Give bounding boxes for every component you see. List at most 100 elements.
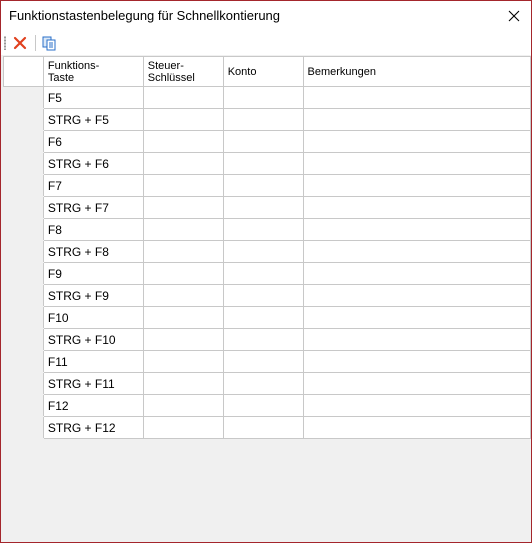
cell-konto[interactable] — [222, 394, 304, 417]
copy-button[interactable] — [38, 33, 60, 53]
table-row[interactable]: F12 — [3, 394, 531, 417]
table-row[interactable]: STRG + F7 — [3, 196, 531, 219]
cell-konto[interactable] — [222, 372, 304, 395]
cell-funktionstaste[interactable]: STRG + F9 — [42, 284, 144, 307]
cell-bemerkungen[interactable] — [302, 416, 531, 439]
row-header-cell[interactable] — [3, 152, 44, 175]
cell-bemerkungen[interactable] — [302, 262, 531, 285]
row-header-cell[interactable] — [3, 350, 44, 373]
cell-steuerschluessel[interactable] — [142, 372, 224, 395]
cell-funktionstaste[interactable]: F7 — [42, 174, 144, 197]
cell-konto[interactable] — [222, 416, 304, 439]
column-header-bemerkungen[interactable]: Bemerkungen — [302, 56, 531, 87]
cell-bemerkungen[interactable] — [302, 306, 531, 329]
row-header-cell[interactable] — [3, 174, 44, 197]
table-row[interactable]: STRG + F10 — [3, 328, 531, 351]
cell-konto[interactable] — [222, 306, 304, 329]
row-header-cell[interactable] — [3, 262, 44, 285]
cell-bemerkungen[interactable] — [302, 240, 531, 263]
cell-konto[interactable] — [222, 108, 304, 131]
cell-bemerkungen[interactable] — [302, 394, 531, 417]
cell-funktionstaste[interactable]: STRG + F10 — [42, 328, 144, 351]
cell-konto[interactable] — [222, 240, 304, 263]
cell-steuerschluessel[interactable] — [142, 394, 224, 417]
column-header-steuerschluessel[interactable]: Steuer- Schlüssel — [142, 56, 224, 87]
table-row[interactable]: F9 — [3, 262, 531, 285]
toolbar-grip[interactable] — [4, 36, 6, 50]
cell-funktionstaste[interactable]: STRG + F11 — [42, 372, 144, 395]
table-row[interactable]: F5 — [3, 86, 531, 109]
cell-konto[interactable] — [222, 350, 304, 373]
cell-funktionstaste[interactable]: F12 — [42, 394, 144, 417]
row-header-cell[interactable] — [3, 218, 44, 241]
cell-konto[interactable] — [222, 218, 304, 241]
row-header-cell[interactable] — [3, 284, 44, 307]
cell-steuerschluessel[interactable] — [142, 328, 224, 351]
table-row[interactable]: F8 — [3, 218, 531, 241]
table-row[interactable]: STRG + F12 — [3, 416, 531, 439]
row-header-cell[interactable] — [3, 108, 44, 131]
cell-konto[interactable] — [222, 174, 304, 197]
cell-konto[interactable] — [222, 86, 304, 109]
cell-steuerschluessel[interactable] — [142, 416, 224, 439]
row-header-cell[interactable] — [3, 240, 44, 263]
cell-steuerschluessel[interactable] — [142, 86, 224, 109]
row-header-cell[interactable] — [3, 372, 44, 395]
cell-bemerkungen[interactable] — [302, 350, 531, 373]
table-row[interactable]: F10 — [3, 306, 531, 329]
table-row[interactable]: STRG + F11 — [3, 372, 531, 395]
cell-steuerschluessel[interactable] — [142, 306, 224, 329]
cell-bemerkungen[interactable] — [302, 108, 531, 131]
cell-funktionstaste[interactable]: F10 — [42, 306, 144, 329]
cell-bemerkungen[interactable] — [302, 174, 531, 197]
table-row[interactable]: STRG + F5 — [3, 108, 531, 131]
cell-funktionstaste[interactable]: F5 — [42, 86, 144, 109]
cell-konto[interactable] — [222, 196, 304, 219]
cell-funktionstaste[interactable]: F8 — [42, 218, 144, 241]
cell-steuerschluessel[interactable] — [142, 152, 224, 175]
table-row[interactable]: STRG + F9 — [3, 284, 531, 307]
row-header-cell[interactable] — [3, 130, 44, 153]
cell-konto[interactable] — [222, 130, 304, 153]
cell-funktionstaste[interactable]: STRG + F12 — [42, 416, 144, 439]
cell-steuerschluessel[interactable] — [142, 284, 224, 307]
cell-bemerkungen[interactable] — [302, 130, 531, 153]
column-header-funktionstaste[interactable]: Funktions- Taste — [42, 56, 144, 87]
close-button[interactable] — [497, 1, 531, 31]
cell-funktionstaste[interactable]: STRG + F6 — [42, 152, 144, 175]
table-row[interactable]: F6 — [3, 130, 531, 153]
cell-bemerkungen[interactable] — [302, 196, 531, 219]
cell-bemerkungen[interactable] — [302, 284, 531, 307]
cell-konto[interactable] — [222, 328, 304, 351]
cell-steuerschluessel[interactable] — [142, 350, 224, 373]
row-header-cell[interactable] — [3, 306, 44, 329]
cell-steuerschluessel[interactable] — [142, 174, 224, 197]
delete-button[interactable] — [9, 33, 31, 53]
grid-corner-cell[interactable] — [3, 56, 44, 87]
row-header-cell[interactable] — [3, 328, 44, 351]
cell-funktionstaste[interactable]: F11 — [42, 350, 144, 373]
cell-konto[interactable] — [222, 152, 304, 175]
cell-funktionstaste[interactable]: STRG + F8 — [42, 240, 144, 263]
cell-funktionstaste[interactable]: STRG + F5 — [42, 108, 144, 131]
table-row[interactable]: F7 — [3, 174, 531, 197]
cell-bemerkungen[interactable] — [302, 372, 531, 395]
cell-steuerschluessel[interactable] — [142, 262, 224, 285]
cell-konto[interactable] — [222, 262, 304, 285]
row-header-cell[interactable] — [3, 86, 44, 109]
table-row[interactable]: F11 — [3, 350, 531, 373]
cell-konto[interactable] — [222, 284, 304, 307]
table-row[interactable]: STRG + F8 — [3, 240, 531, 263]
cell-steuerschluessel[interactable] — [142, 130, 224, 153]
cell-steuerschluessel[interactable] — [142, 218, 224, 241]
cell-steuerschluessel[interactable] — [142, 196, 224, 219]
cell-steuerschluessel[interactable] — [142, 240, 224, 263]
cell-bemerkungen[interactable] — [302, 152, 531, 175]
row-header-cell[interactable] — [3, 416, 44, 439]
row-header-cell[interactable] — [3, 196, 44, 219]
cell-bemerkungen[interactable] — [302, 218, 531, 241]
cell-funktionstaste[interactable]: F9 — [42, 262, 144, 285]
row-header-cell[interactable] — [3, 394, 44, 417]
table-row[interactable]: STRG + F6 — [3, 152, 531, 175]
cell-funktionstaste[interactable]: F6 — [42, 130, 144, 153]
